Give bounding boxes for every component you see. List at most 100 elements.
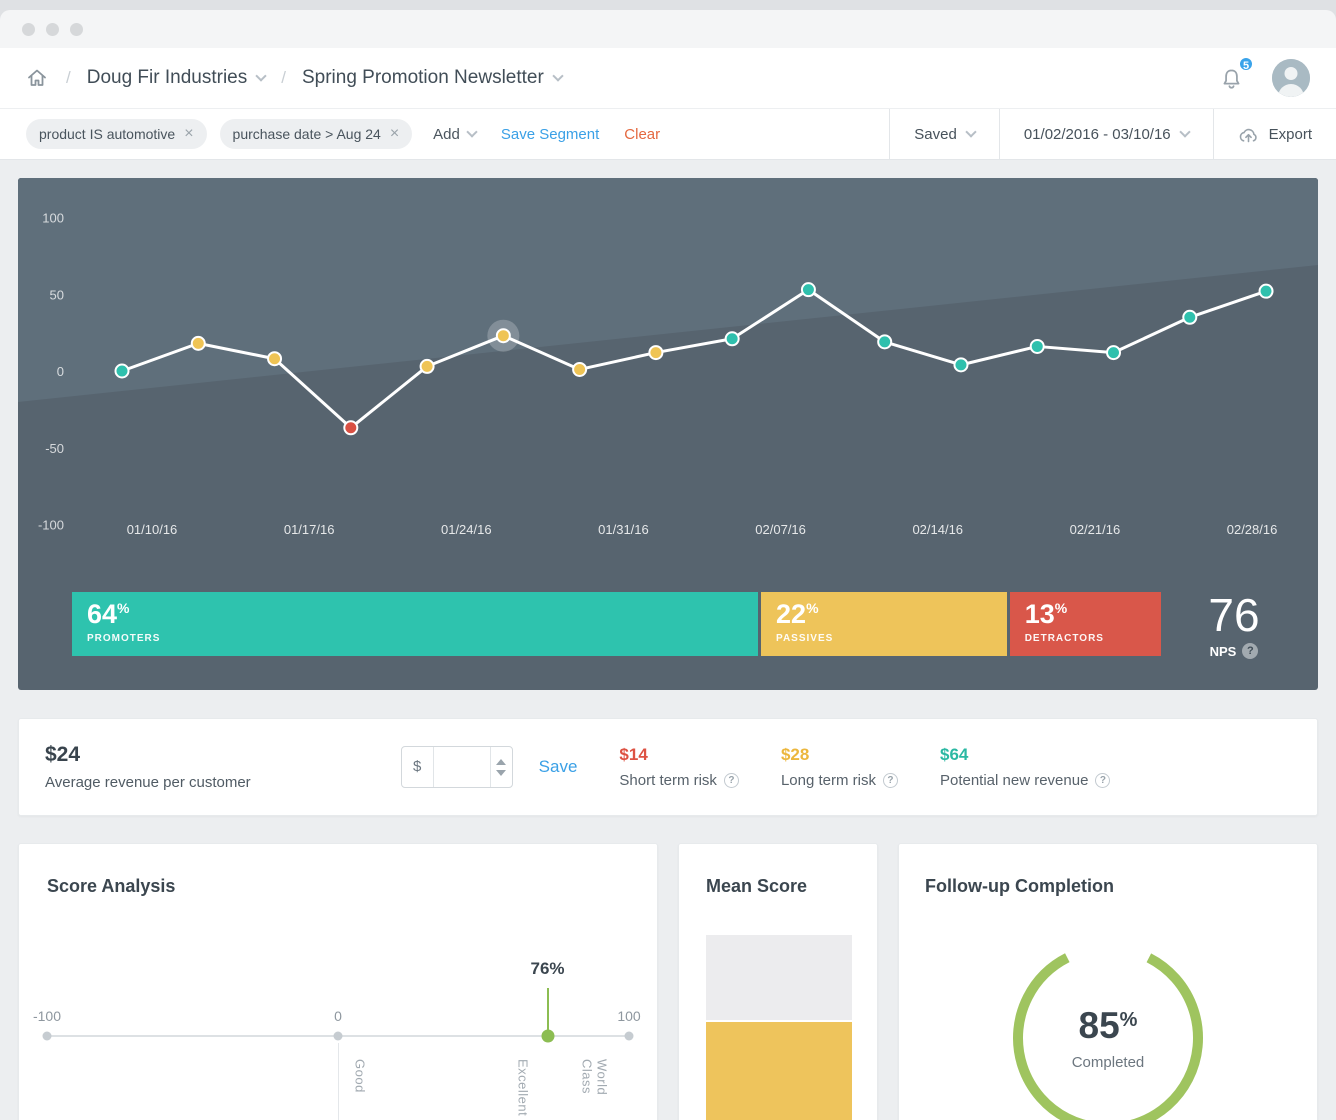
percent-sign: % <box>1054 600 1068 616</box>
filter-tag-label: purchase date > Aug 24 <box>232 126 381 142</box>
notification-badge: 5 <box>1238 56 1254 72</box>
home-icon[interactable] <box>26 67 48 89</box>
chart-point[interactable] <box>572 361 588 377</box>
chart-point[interactable] <box>953 357 969 373</box>
header-actions: 5 <box>1219 56 1310 97</box>
promoters-label: PROMOTERS <box>87 633 161 644</box>
chart-point[interactable] <box>1106 345 1122 361</box>
mean-score-bar <box>706 935 852 1120</box>
passives-label: PASSIVES <box>776 633 834 644</box>
chevron-down-icon <box>552 69 564 82</box>
breadcrumb-label: Doug Fir Industries <box>86 67 248 88</box>
percent-sign: % <box>1119 1009 1138 1031</box>
saved-label: Saved <box>914 125 957 143</box>
chart-point[interactable] <box>1258 283 1274 299</box>
chart-point[interactable] <box>114 363 130 379</box>
scale-dot <box>42 1031 52 1041</box>
average-revenue-value: $24 <box>45 743 81 766</box>
followup-donut: 85% Completed <box>1003 933 1213 1120</box>
saved-segments-dropdown[interactable]: Saved <box>889 109 999 159</box>
score-marker-stem <box>546 988 549 1032</box>
percent-sign: % <box>117 600 130 616</box>
metric-potential-new-revenue: $64 Potential new revenue ? <box>939 745 1111 789</box>
help-icon[interactable]: ? <box>882 773 898 788</box>
currency-prefix: $ <box>402 747 434 787</box>
nps-line-chart: 100 50 0 -50 -100 01/10/16 01/17/16 01/24/16 01/… <box>18 178 1318 578</box>
chart-point[interactable] <box>724 331 740 347</box>
filter-tag[interactable]: purchase date > Aug 24 × <box>219 119 413 149</box>
date-range-picker[interactable]: 01/02/2016 - 03/10/16 <box>998 109 1213 159</box>
chart-point[interactable] <box>343 420 359 436</box>
passives-value: 22 <box>776 599 807 629</box>
window-control-dot[interactable] <box>70 22 83 36</box>
score-marker[interactable] <box>541 1029 555 1043</box>
x-axis-label: 01/24/16 <box>441 522 492 537</box>
zone-label-world-class: World Class <box>579 1059 610 1096</box>
zone-label-good: Good <box>352 1059 368 1093</box>
x-axis-label: 01/31/16 <box>598 522 649 537</box>
score-analysis-title: Score Analysis <box>47 876 176 896</box>
window-control-dot[interactable] <box>46 22 59 36</box>
chart-point[interactable] <box>267 351 283 367</box>
scale-label-max: 100 <box>617 1008 641 1024</box>
average-revenue-block: $24 Average revenue per customer <box>45 743 251 791</box>
help-icon[interactable]: ? <box>723 773 739 788</box>
chart-point[interactable] <box>800 282 816 298</box>
stepper-up-icon[interactable] <box>496 758 507 765</box>
chart-point[interactable] <box>877 334 893 350</box>
breadcrumb-separator: / <box>66 68 71 87</box>
help-icon[interactable]: ? <box>1095 773 1111 788</box>
nps-segment-promoters[interactable]: 64% PROMOTERS <box>72 592 759 656</box>
score-analysis-scale: -100 0 100 76% Good Excellent World Clas… <box>33 959 641 1120</box>
notifications-button[interactable]: 5 <box>1219 56 1254 92</box>
followup-completion-card: Follow-up Completion 85% Completed <box>898 843 1318 1120</box>
scale-dot <box>333 1031 343 1041</box>
nps-score-value: 76 <box>1208 589 1260 641</box>
chart-point[interactable] <box>1029 338 1045 354</box>
zone-label-excellent: Excellent <box>515 1059 531 1117</box>
filter-tag-label: product IS automotive <box>39 126 176 142</box>
y-axis-label: -100 <box>38 518 64 533</box>
filter-bar: product IS automotive × purchase date > … <box>0 108 1336 160</box>
breadcrumb-item-campaign[interactable]: Spring Promotion Newsletter <box>302 67 564 89</box>
breadcrumb-item-company[interactable]: Doug Fir Industries <box>86 67 267 89</box>
chart-point[interactable] <box>190 335 206 351</box>
chart-point[interactable] <box>648 345 664 361</box>
potential-new-revenue-value: $64 <box>939 745 969 764</box>
save-segment-button[interactable]: Save Segment <box>501 126 599 143</box>
chart-point[interactable] <box>495 328 511 344</box>
clear-filters-button[interactable]: Clear <box>624 126 660 143</box>
score-marker-label: 76% <box>530 959 565 978</box>
quantity-stepper[interactable] <box>489 747 512 787</box>
percent-sign: % <box>806 600 819 616</box>
scale-label-min: -100 <box>32 1008 62 1024</box>
nps-chart-panel: 100 50 0 -50 -100 01/10/16 01/17/16 01/24/16 01/… <box>18 178 1318 690</box>
tag-close-icon[interactable]: × <box>184 126 193 142</box>
metric-long-term-risk: $28 Long term risk ? <box>781 745 898 789</box>
filter-tag[interactable]: product IS automotive × <box>26 119 207 149</box>
nps-segment-passives[interactable]: 22% PASSIVES <box>761 592 1007 656</box>
chevron-down-icon <box>255 69 267 82</box>
save-button[interactable]: Save <box>539 757 578 777</box>
scale-zero-line <box>338 1043 339 1120</box>
followup-percent: 85 <box>1078 1005 1120 1046</box>
tag-close-icon[interactable]: × <box>390 126 399 142</box>
nps-help-icon[interactable]: ? <box>1242 643 1259 659</box>
mean-score-title: Mean Score <box>706 876 808 896</box>
chart-point[interactable] <box>419 358 435 374</box>
stepper-down-icon[interactable] <box>496 769 507 776</box>
bell-icon <box>1223 69 1240 89</box>
bottom-cards-row: Score Analysis -100 0 100 76% Good Excel… <box>18 843 1318 1120</box>
add-filter-button[interactable]: Add <box>433 126 478 143</box>
nps-segment-detractors[interactable]: 13% DETRACTORS <box>1009 592 1161 656</box>
window-titlebar <box>0 10 1336 48</box>
nps-score-label: NPS <box>1209 643 1237 659</box>
window-control-dot[interactable] <box>22 22 35 36</box>
breadcrumb-separator: / <box>281 68 286 87</box>
revenue-input-group: $ <box>400 746 513 788</box>
avatar[interactable] <box>1272 59 1310 97</box>
date-range-label: 01/02/2016 - 03/10/16 <box>1023 125 1171 143</box>
revenue-input[interactable] <box>433 747 490 787</box>
export-button[interactable]: Export <box>1212 109 1336 159</box>
chart-point[interactable] <box>1182 309 1198 325</box>
